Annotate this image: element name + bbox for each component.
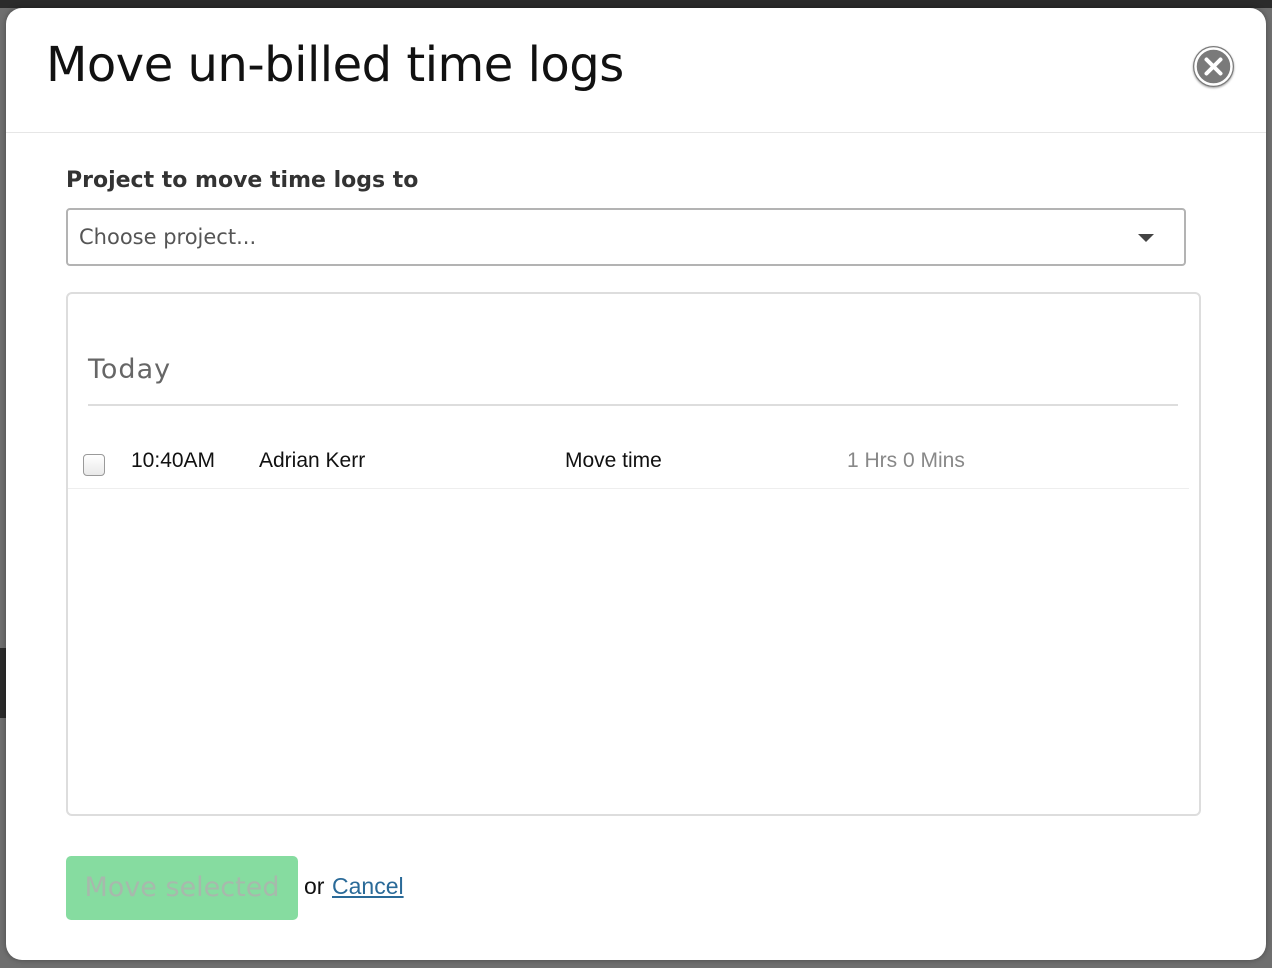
time-log-time: 10:40AM: [131, 449, 216, 472]
group-divider: [88, 404, 1178, 406]
time-log-user: Adrian Kerr: [259, 449, 366, 472]
cancel-link[interactable]: Cancel: [332, 871, 404, 901]
move-selected-button[interactable]: Move selected: [66, 856, 298, 920]
time-log-description: Move time: [565, 449, 662, 472]
time-log-checkbox[interactable]: [83, 454, 105, 476]
or-text: or: [304, 873, 325, 899]
move-time-logs-dialog: Move un-billed time logs Project to move…: [6, 8, 1266, 960]
project-field-label: Project to move time logs to: [66, 168, 419, 193]
backdrop-top-bar: [0, 0, 1272, 8]
group-heading-today: Today: [88, 354, 172, 385]
close-icon: [1194, 47, 1233, 86]
time-log-row: 10:40AM Adrian Kerr Move time 1 Hrs 0 Mi…: [68, 426, 1189, 489]
project-select[interactable]: Choose project...: [66, 208, 1186, 266]
time-logs-panel: Today 10:40AM Adrian Kerr Move time 1 Hr…: [66, 292, 1201, 816]
close-button[interactable]: [1193, 46, 1234, 87]
dialog-title: Move un-billed time logs: [46, 37, 624, 93]
dialog-header: Move un-billed time logs: [6, 8, 1266, 133]
time-log-duration: 1 Hrs 0 Mins: [847, 449, 965, 472]
project-select-placeholder: Choose project...: [79, 225, 257, 249]
chevron-down-icon: [1138, 234, 1154, 242]
move-selected-label: Move selected: [84, 872, 280, 903]
